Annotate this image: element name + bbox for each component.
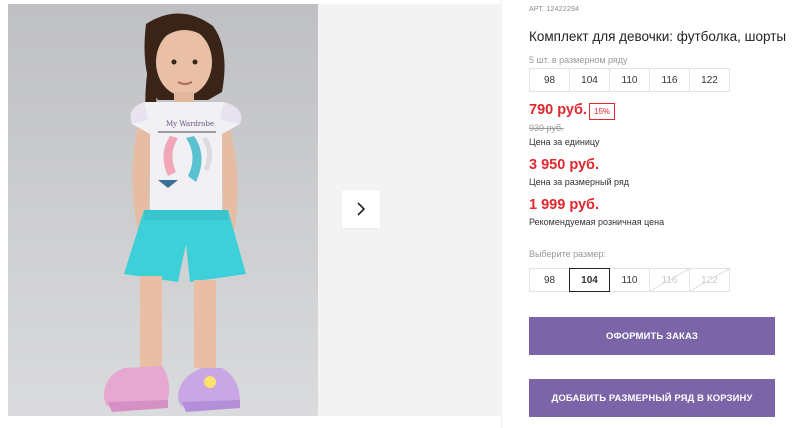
pack-size-cell: 104	[569, 68, 610, 92]
product-gallery: My Wardrobe	[0, 0, 502, 428]
pack-size-cell: 116	[649, 68, 690, 92]
add-pack-to-cart-button[interactable]: ДОБАВИТЬ РАЗМЕРНЫЙ РЯД В КОРЗИНУ	[529, 379, 775, 417]
rrp-price-label: Рекомендуемая розничная цена	[529, 217, 665, 227]
size-option-116: 116	[649, 268, 690, 292]
size-option-122: 122	[689, 268, 730, 292]
product-sku: АРТ. 12422294	[529, 6, 580, 13]
choose-size-label: Выберите размер:	[529, 249, 606, 259]
pack-price: 3 950 руб.	[529, 157, 600, 173]
unavailable-strike-icon	[650, 269, 689, 291]
pack-price-label: Цена за размерный ряд	[529, 177, 630, 187]
unit-price: 790 руб.	[529, 102, 587, 118]
pack-size-cell: 110	[609, 68, 650, 92]
discount-badge: 15%	[589, 103, 616, 120]
size-picker: 98 104 110 116 122	[529, 268, 730, 292]
unavailable-strike-icon	[690, 269, 729, 291]
pack-size-note: 5 шт. в размерном ряду	[529, 55, 628, 65]
pack-size-row: 98 104 110 116 122	[529, 68, 730, 92]
rrp-price: 1 999 руб.	[529, 197, 600, 213]
shirt-print-text: My Wardrobe	[166, 120, 214, 128]
size-option-104[interactable]: 104	[569, 268, 610, 292]
next-image-button[interactable]	[342, 190, 380, 228]
size-option-110[interactable]: 110	[609, 268, 650, 292]
product-photo[interactable]: My Wardrobe	[8, 4, 318, 416]
pack-size-cell: 98	[529, 68, 570, 92]
product-photo-illustration: My Wardrobe	[8, 4, 318, 416]
product-title: Комплект для девочки: футболка, шорты	[529, 29, 787, 44]
unit-price-label: Цена за единицу	[529, 137, 600, 147]
old-price: 930 руб.	[529, 123, 564, 133]
size-option-98[interactable]: 98	[529, 268, 570, 292]
pack-size-cell: 122	[689, 68, 730, 92]
place-order-button[interactable]: ОФОРМИТЬ ЗАКАЗ	[529, 317, 775, 355]
chevron-right-icon	[357, 202, 366, 216]
